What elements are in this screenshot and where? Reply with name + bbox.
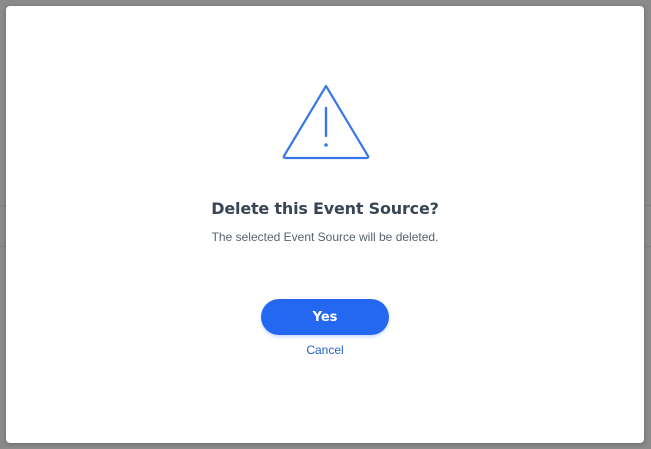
cancel-link[interactable]: Cancel [275, 343, 375, 357]
dialog-title: Delete this Event Source? [211, 199, 439, 218]
delete-confirmation-dialog: Delete this Event Source? The selected E… [6, 6, 644, 443]
dialog-message: The selected Event Source will be delete… [211, 230, 439, 244]
warning-triangle-icon [280, 82, 372, 162]
yes-button[interactable]: Yes [261, 299, 389, 335]
